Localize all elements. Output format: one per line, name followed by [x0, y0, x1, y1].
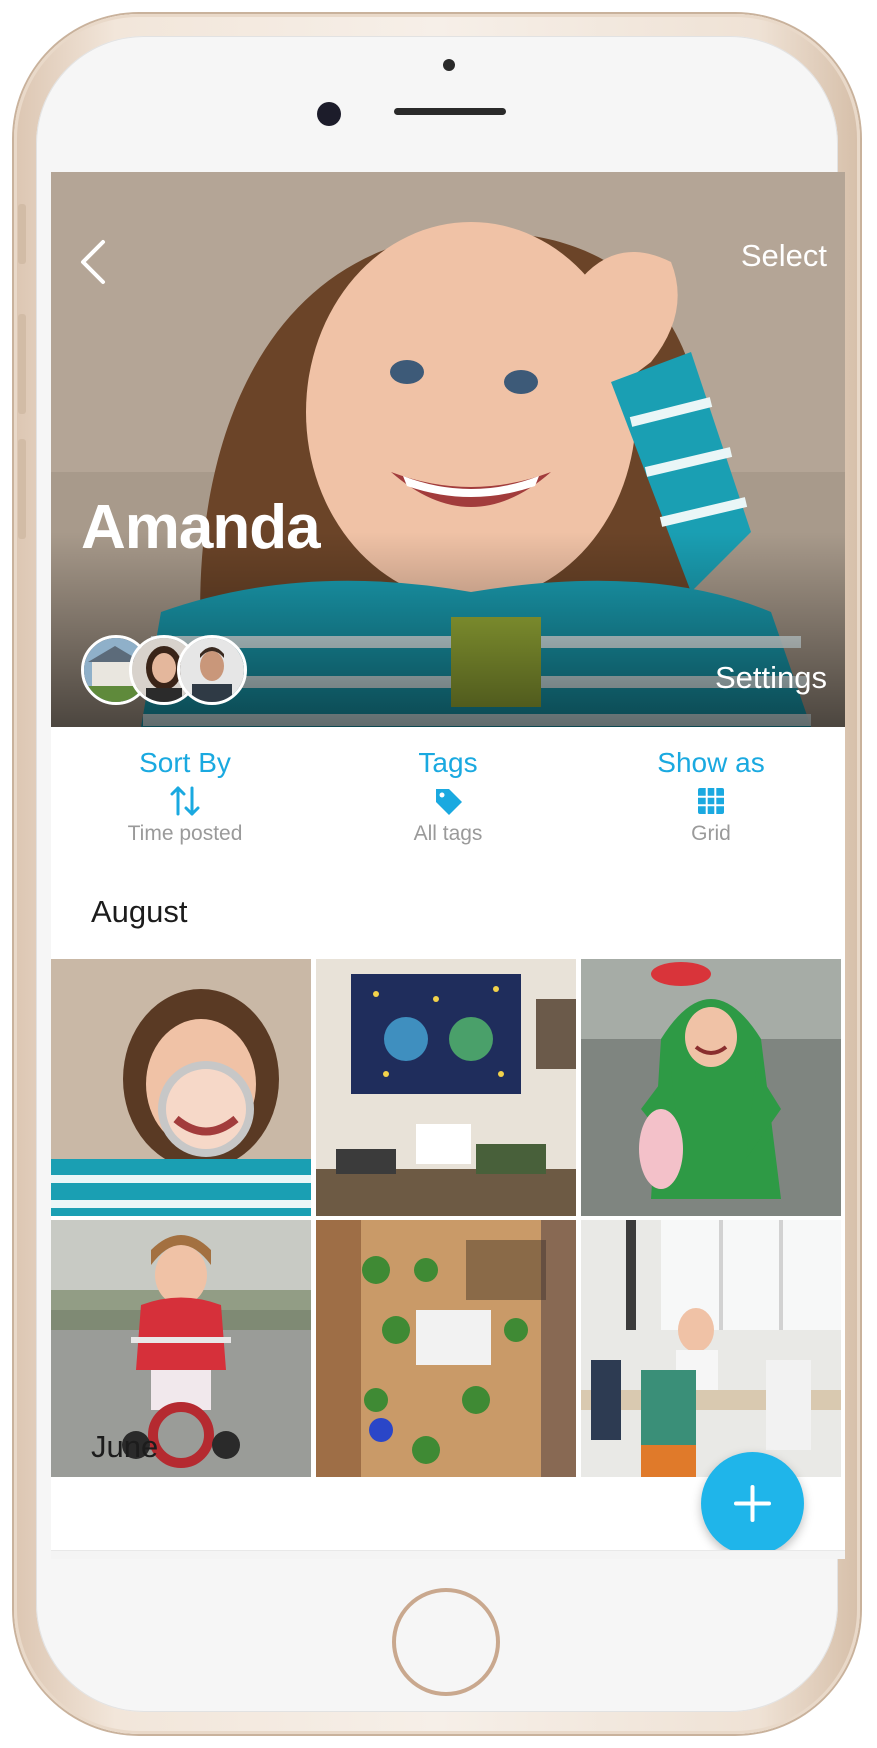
- profile-header: Select Amanda Settings: [51, 172, 845, 727]
- home-button[interactable]: [392, 1588, 500, 1696]
- sort-by-filter[interactable]: Sort By Time posted: [55, 727, 315, 857]
- tags-value: All tags: [413, 822, 483, 845]
- show-as-value: Grid: [691, 822, 731, 845]
- filter-bar: Sort By Time posted Tags All tags Show a…: [51, 727, 845, 885]
- photo-tile[interactable]: [316, 959, 576, 1216]
- plus-icon: [734, 1485, 771, 1522]
- photo-tile[interactable]: [51, 959, 311, 1216]
- tags-label: Tags: [418, 747, 478, 778]
- photo-grid: [51, 959, 845, 1477]
- member-avatars[interactable]: [81, 635, 251, 711]
- sort-arrows-icon: [170, 786, 200, 816]
- teacher-with-children: [581, 1220, 841, 1477]
- volume-up-button: [18, 314, 26, 414]
- photo-tile[interactable]: [581, 1220, 841, 1477]
- front-camera: [317, 102, 341, 126]
- photo-tile[interactable]: [51, 1220, 311, 1477]
- volume-down-button: [18, 439, 26, 539]
- app-screen: Select Amanda Settings Sort By Time post…: [51, 172, 845, 1559]
- select-button[interactable]: Select: [741, 238, 827, 274]
- section-header-august: August: [91, 894, 188, 929]
- girl-on-tricycle: [51, 1220, 311, 1477]
- sort-by-label: Sort By: [139, 747, 231, 778]
- show-as-label: Show as: [657, 747, 765, 778]
- man-avatar-image: [180, 638, 244, 702]
- sort-by-value: Time posted: [127, 822, 243, 845]
- settings-button[interactable]: Settings: [715, 660, 827, 696]
- tag-icon: [436, 789, 462, 815]
- chevron-left-icon: [81, 240, 105, 284]
- tags-filter[interactable]: Tags All tags: [318, 727, 578, 857]
- photo-tile[interactable]: [581, 959, 841, 1216]
- mute-switch: [18, 204, 26, 264]
- proximity-sensor: [443, 59, 455, 71]
- classroom-space-poster: [316, 959, 576, 1216]
- kids-planting-at-table: [316, 1220, 576, 1477]
- back-button[interactable]: [73, 234, 117, 290]
- photo-tile[interactable]: [316, 1220, 576, 1477]
- avatar[interactable]: [177, 635, 247, 705]
- girl-with-magnifying-glass: [51, 959, 311, 1216]
- show-as-filter[interactable]: Show as Grid: [581, 727, 841, 857]
- child-in-frog-raincoat: [581, 959, 841, 1216]
- add-photo-button[interactable]: [701, 1452, 804, 1555]
- earpiece-speaker: [394, 108, 506, 115]
- profile-name: Amanda: [81, 493, 321, 562]
- section-header-june: June: [91, 1429, 159, 1464]
- grid-icon: [698, 788, 724, 814]
- screen-bottom-edge: [51, 1550, 845, 1559]
